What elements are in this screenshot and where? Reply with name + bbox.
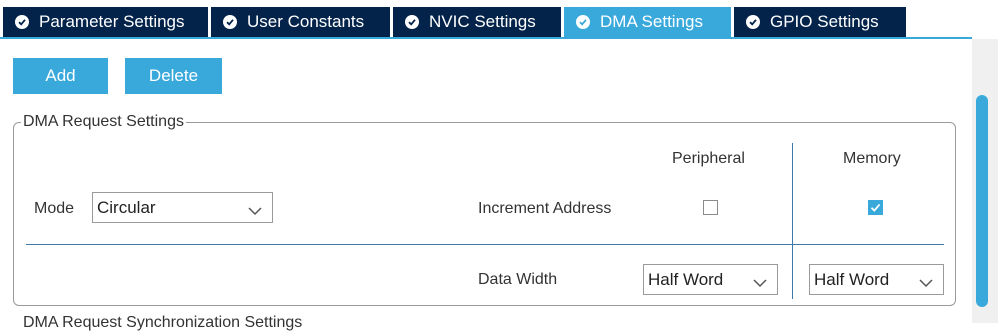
memory-data-width-value: Half Word xyxy=(814,269,890,289)
data-width-label: Data Width xyxy=(478,271,558,288)
peripheral-increment-checkbox[interactable] xyxy=(703,200,718,215)
mode-label: Mode xyxy=(34,200,75,217)
check-circle-icon xyxy=(746,15,760,29)
tab-label: User Constants xyxy=(247,12,365,31)
mode-value: Circular xyxy=(97,197,156,217)
check-circle-icon xyxy=(15,15,29,29)
scrollbar-thumb[interactable] xyxy=(976,95,988,307)
check-circle-icon xyxy=(405,15,419,29)
memory-data-width-select[interactable]: Half Word xyxy=(809,264,944,295)
tab-label: DMA Settings xyxy=(600,12,703,31)
mode-select[interactable]: Circular xyxy=(92,192,273,223)
tab-nvic-settings[interactable]: NVIC Settings xyxy=(393,7,561,37)
chevron-down-icon xyxy=(919,273,933,293)
delete-button[interactable]: Delete xyxy=(125,58,222,94)
sync-settings-legend: DMA Request Synchronization Settings xyxy=(21,314,305,332)
group-legend: DMA Request Settings xyxy=(21,113,186,131)
row-divider xyxy=(26,244,944,245)
increment-address-label: Increment Address xyxy=(478,200,612,217)
chevron-down-icon xyxy=(753,273,767,293)
check-circle-icon xyxy=(223,15,237,29)
peripheral-data-width-select[interactable]: Half Word xyxy=(643,264,778,295)
tab-label: Parameter Settings xyxy=(39,12,185,31)
check-circle-icon xyxy=(576,15,590,29)
peripheral-data-width-value: Half Word xyxy=(648,269,724,289)
add-button[interactable]: Add xyxy=(13,58,108,94)
memory-header: Memory xyxy=(843,150,901,167)
tab-gpio-settings[interactable]: GPIO Settings xyxy=(734,7,906,37)
memory-increment-checkbox[interactable] xyxy=(868,200,883,215)
tab-label: NVIC Settings xyxy=(429,12,536,31)
peripheral-header: Peripheral xyxy=(672,150,745,167)
tab-parameter-settings[interactable]: Parameter Settings xyxy=(3,7,208,37)
tab-bar: Parameter Settings User Constants NVIC S… xyxy=(0,0,998,38)
chevron-down-icon xyxy=(248,201,262,221)
column-divider xyxy=(792,143,793,299)
checkmark-icon xyxy=(870,203,881,212)
tab-user-constants[interactable]: User Constants xyxy=(211,7,390,37)
tab-label: GPIO Settings xyxy=(770,12,879,31)
tab-dma-settings[interactable]: DMA Settings xyxy=(564,7,731,37)
